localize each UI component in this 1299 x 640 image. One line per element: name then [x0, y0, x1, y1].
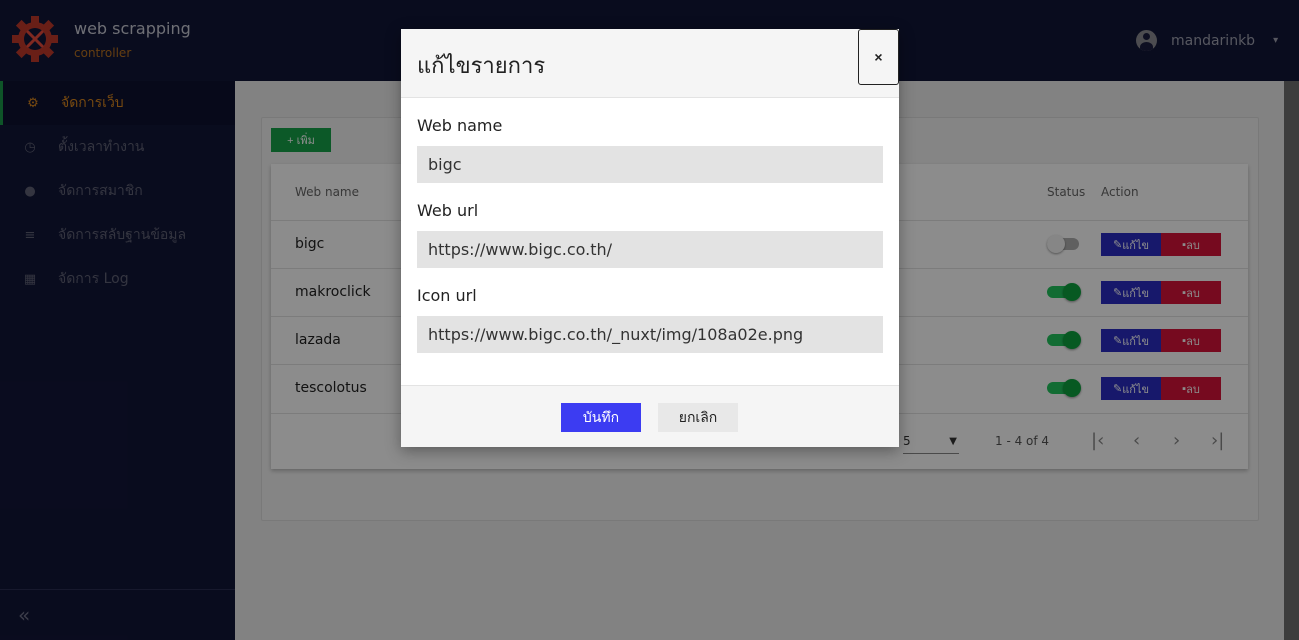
modal-footer: บันทึก ยกเลิก: [401, 385, 899, 447]
cancel-button[interactable]: ยกเลิก: [658, 403, 738, 432]
modal-header: แก้ไขรายการ ×: [401, 29, 899, 98]
save-button[interactable]: บันทึก: [561, 403, 641, 432]
modal-title: แก้ไขรายการ: [417, 54, 546, 79]
icon-url-label: Icon url: [417, 286, 477, 305]
edit-modal: แก้ไขรายการ × Web name Web url Icon url …: [401, 29, 899, 447]
web-url-label: Web url: [417, 201, 479, 220]
close-button[interactable]: ×: [858, 29, 899, 85]
close-icon: ×: [874, 49, 883, 65]
web-url-input[interactable]: [417, 231, 883, 268]
web-name-input[interactable]: [417, 146, 883, 183]
web-name-label: Web name: [417, 116, 503, 135]
icon-url-input[interactable]: [417, 316, 883, 353]
